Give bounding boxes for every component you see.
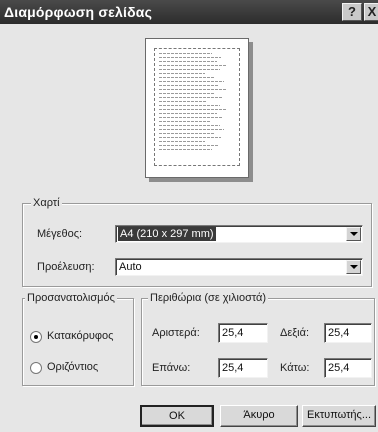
- portrait-label[interactable]: Κατακόρυφος: [47, 330, 113, 342]
- portrait-radio[interactable]: [30, 331, 42, 343]
- margin-left-label: Αριστερά:: [152, 327, 200, 339]
- margin-right-input[interactable]: 25,4: [324, 323, 372, 343]
- window-title: Διαμόρφωση σελίδας: [4, 4, 153, 20]
- close-button[interactable]: X: [364, 3, 378, 21]
- cancel-button[interactable]: Άκυρο: [220, 405, 298, 427]
- margin-top-input[interactable]: 25,4: [218, 358, 268, 378]
- orientation-group: Προσανατολισμός Κατακόρυφος Οριζόντιος: [22, 292, 134, 386]
- page-preview-margins: [154, 48, 240, 166]
- help-button[interactable]: ?: [342, 3, 362, 21]
- page-preview-text: [159, 53, 235, 153]
- chevron-down-icon[interactable]: [346, 227, 361, 241]
- title-bar[interactable]: Διαμόρφωση σελίδας ? X: [0, 0, 378, 24]
- paper-source-label: Προέλευση:: [37, 261, 95, 273]
- paper-size-value: A4 (210 x 297 mm): [118, 227, 216, 241]
- chevron-down-icon[interactable]: [346, 260, 361, 274]
- paper-group: Χαρτί Μέγεθος: A4 (210 x 297 mm) Προέλευ…: [22, 197, 372, 287]
- paper-source-select[interactable]: Auto: [115, 258, 363, 276]
- paper-source-value: Auto: [119, 261, 142, 273]
- page-preview: [145, 38, 249, 178]
- margin-left-input[interactable]: 25,4: [218, 323, 268, 343]
- landscape-radio[interactable]: [30, 362, 42, 374]
- paper-size-select[interactable]: A4 (210 x 297 mm): [115, 225, 363, 243]
- margins-legend: Περιθώρια (σε χιλιοστά): [148, 292, 269, 304]
- margins-group: Περιθώρια (σε χιλιοστά) Αριστερά: 25,4 Δ…: [141, 292, 375, 386]
- margin-bottom-label: Κάτω:: [280, 362, 310, 374]
- margin-right-label: Δεξιά:: [280, 327, 310, 339]
- close-x-icon: X: [367, 4, 377, 19]
- page-setup-dialog: Διαμόρφωση σελίδας ? X Χαρτί Μέγεθος: A4…: [0, 0, 378, 432]
- printer-button[interactable]: Εκτυπωτής...: [302, 405, 376, 427]
- orientation-legend: Προσανατολισμός: [25, 292, 117, 304]
- paper-legend: Χαρτί: [31, 197, 62, 209]
- question-mark-icon: ?: [348, 4, 356, 19]
- ok-button[interactable]: OK: [140, 405, 214, 427]
- margin-top-label: Επάνω:: [152, 362, 191, 374]
- margin-bottom-input[interactable]: 25,4: [324, 358, 372, 378]
- landscape-label[interactable]: Οριζόντιος: [47, 361, 98, 373]
- paper-size-label: Μέγεθος:: [37, 228, 83, 240]
